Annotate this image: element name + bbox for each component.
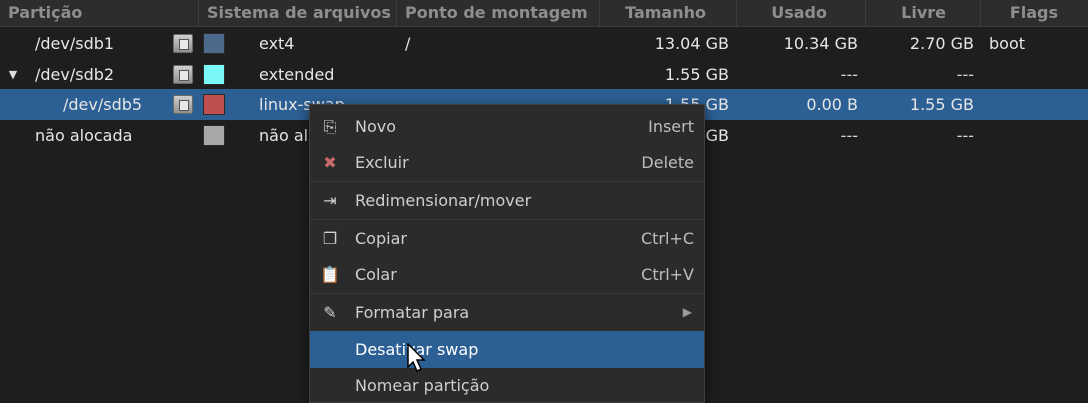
new-icon: ⎘ bbox=[323, 117, 337, 136]
menu-label: Redimensionar/mover bbox=[355, 191, 532, 210]
column-header-bar: Partição Sistema de arquivos Ponto de mo… bbox=[0, 0, 1088, 27]
filesystem: ext4 bbox=[259, 34, 295, 53]
menu-item-nomear[interactable]: Nomear partição bbox=[310, 367, 704, 403]
paste-icon: 📋 bbox=[320, 265, 340, 284]
menu-label: Copiar bbox=[355, 229, 407, 248]
gparted-window: Partição Sistema de arquivos Ponto de mo… bbox=[0, 0, 1088, 403]
lock-icon bbox=[173, 65, 193, 84]
used: --- bbox=[840, 126, 858, 145]
used: 10.34 GB bbox=[783, 34, 858, 53]
copy-icon: ❐ bbox=[322, 229, 338, 248]
used: 0.00 B bbox=[806, 95, 858, 114]
delete-icon: ✖ bbox=[323, 153, 337, 172]
partition-row-sdb1[interactable]: /dev/sdb1 ext4 / 13.04 GB 10.34 GB 2.70 … bbox=[0, 28, 1088, 59]
lock-icon bbox=[173, 95, 193, 114]
menu-item-redimensionar[interactable]: ⇥ Redimensionar/mover bbox=[310, 182, 704, 219]
free: 1.55 GB bbox=[909, 95, 974, 114]
column-header-tamanho[interactable]: Tamanho bbox=[600, 0, 737, 27]
size: 1.55 GB bbox=[664, 65, 729, 84]
lock-icon bbox=[173, 34, 193, 53]
menu-accel: Ctrl+V bbox=[641, 265, 694, 284]
format-icon: ✎ bbox=[323, 303, 337, 322]
fs-color-swatch bbox=[203, 94, 225, 115]
column-header-flags[interactable]: Flags bbox=[981, 0, 1088, 27]
partition-name: /dev/sdb1 bbox=[35, 34, 115, 53]
flags: boot bbox=[989, 34, 1026, 53]
fs-color-swatch bbox=[203, 64, 225, 85]
filesystem: extended bbox=[259, 65, 335, 84]
resize-icon: ⇥ bbox=[323, 191, 337, 210]
expander-arrow-icon[interactable]: ▼ bbox=[6, 59, 20, 90]
free: 2.70 GB bbox=[909, 34, 974, 53]
menu-label: Colar bbox=[355, 265, 397, 284]
size: 13.04 GB bbox=[654, 34, 729, 53]
submenu-arrow-icon: ▶ bbox=[682, 305, 692, 319]
partition-row-sdb2[interactable]: ▼ /dev/sdb2 extended 1.55 GB --- --- bbox=[0, 59, 1088, 90]
menu-item-novo[interactable]: ⎘ Novo Insert bbox=[310, 108, 704, 145]
menu-item-excluir[interactable]: ✖ Excluir Delete bbox=[310, 144, 704, 181]
partition-name: não alocada bbox=[35, 126, 133, 145]
partition-name: /dev/sdb2 bbox=[35, 65, 115, 84]
column-header-ponto[interactable]: Ponto de montagem bbox=[397, 0, 600, 27]
menu-accel: Insert bbox=[648, 117, 694, 136]
column-header-usado[interactable]: Usado bbox=[737, 0, 866, 27]
fs-color-swatch bbox=[203, 125, 225, 146]
menu-label: Novo bbox=[355, 117, 397, 136]
menu-accel: Ctrl+C bbox=[640, 229, 694, 248]
menu-item-colar[interactable]: 📋 Colar Ctrl+V bbox=[310, 256, 704, 293]
partition-name: /dev/sdb5 bbox=[63, 95, 143, 114]
column-header-particao[interactable]: Partição bbox=[0, 0, 199, 27]
context-menu: ⎘ Novo Insert ✖ Excluir Delete ⇥ Redimen… bbox=[309, 104, 705, 403]
menu-item-copiar[interactable]: ❐ Copiar Ctrl+C bbox=[310, 220, 704, 257]
menu-label: Formatar para bbox=[355, 303, 470, 322]
mount-point: / bbox=[405, 34, 411, 53]
column-header-sistema[interactable]: Sistema de arquivos bbox=[199, 0, 397, 27]
used: --- bbox=[840, 65, 858, 84]
mouse-cursor-icon bbox=[407, 343, 426, 373]
column-header-livre[interactable]: Livre bbox=[866, 0, 981, 27]
menu-label: Excluir bbox=[355, 153, 409, 172]
menu-accel: Delete bbox=[641, 153, 694, 172]
free: --- bbox=[956, 126, 974, 145]
fs-color-swatch bbox=[203, 33, 225, 54]
menu-item-desativar-swap[interactable]: Desativar swap bbox=[310, 331, 704, 368]
free: --- bbox=[956, 65, 974, 84]
menu-item-formatar[interactable]: ✎ Formatar para ▶ bbox=[310, 294, 704, 331]
